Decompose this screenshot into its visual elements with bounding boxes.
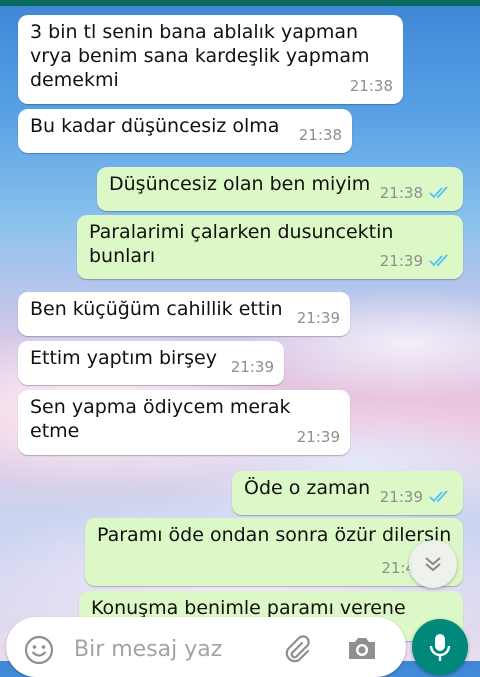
message-text: Sen yapma ödiycem merak etme bbox=[30, 396, 291, 442]
app-header-edge bbox=[0, 0, 480, 6]
message-text: Ben küçüğüm cahillik ettin bbox=[30, 298, 283, 320]
paperclip-icon[interactable] bbox=[282, 634, 310, 664]
message-incoming[interactable]: Ettim yaptım birşey 21:39 bbox=[18, 341, 284, 385]
message-incoming[interactable]: Sen yapma ödiycem merak etme 21:39 bbox=[18, 390, 350, 455]
double-check-icon bbox=[429, 186, 448, 199]
message-time: 21:39 bbox=[296, 428, 340, 446]
voice-message-button[interactable] bbox=[412, 619, 468, 675]
double-check-icon bbox=[429, 490, 448, 503]
message-incoming[interactable]: 3 bin tl senin bana ablalık yapman vrya … bbox=[18, 15, 403, 104]
message-outgoing[interactable]: Öde o zaman 21:39 bbox=[232, 471, 463, 515]
message-time: 21:39 bbox=[379, 252, 423, 270]
message-time: 21:39 bbox=[296, 309, 340, 327]
message-outgoing[interactable]: Düşüncesiz olan ben miyim 21:38 bbox=[97, 167, 463, 211]
message-incoming[interactable]: Bu kadar düşüncesiz olma 21:38 bbox=[18, 109, 352, 153]
message-outgoing[interactable]: Paramı öde ondan sonra özür dilersin 21:… bbox=[85, 518, 463, 586]
message-time: 21:39 bbox=[379, 488, 423, 506]
message-time: 21:38 bbox=[349, 77, 393, 95]
double-check-icon bbox=[429, 254, 448, 267]
message-text: Paramı öde ondan sonra özür dilersin bbox=[97, 524, 452, 546]
microphone-icon bbox=[429, 634, 451, 661]
message-time: 21:38 bbox=[379, 184, 423, 202]
message-composer bbox=[6, 617, 406, 677]
message-time: 21:39 bbox=[230, 358, 274, 376]
message-input[interactable] bbox=[72, 633, 276, 665]
camera-icon[interactable] bbox=[346, 633, 378, 663]
message-text: 3 bin tl senin bana ablalık yapman vrya … bbox=[30, 21, 370, 91]
message-time: 21:38 bbox=[298, 126, 342, 144]
message-outgoing[interactable]: Paralarimi çalarken dusuncektin bunları … bbox=[77, 215, 463, 279]
message-incoming[interactable]: Ben küçüğüm cahillik ettin 21:39 bbox=[18, 292, 350, 336]
message-text: Bu kadar düşüncesiz olma bbox=[30, 115, 280, 137]
chevron-double-down-icon bbox=[425, 557, 441, 572]
message-text: Paralarimi çalarken dusuncektin bunları bbox=[89, 221, 394, 267]
scroll-to-bottom-button[interactable] bbox=[409, 540, 457, 588]
